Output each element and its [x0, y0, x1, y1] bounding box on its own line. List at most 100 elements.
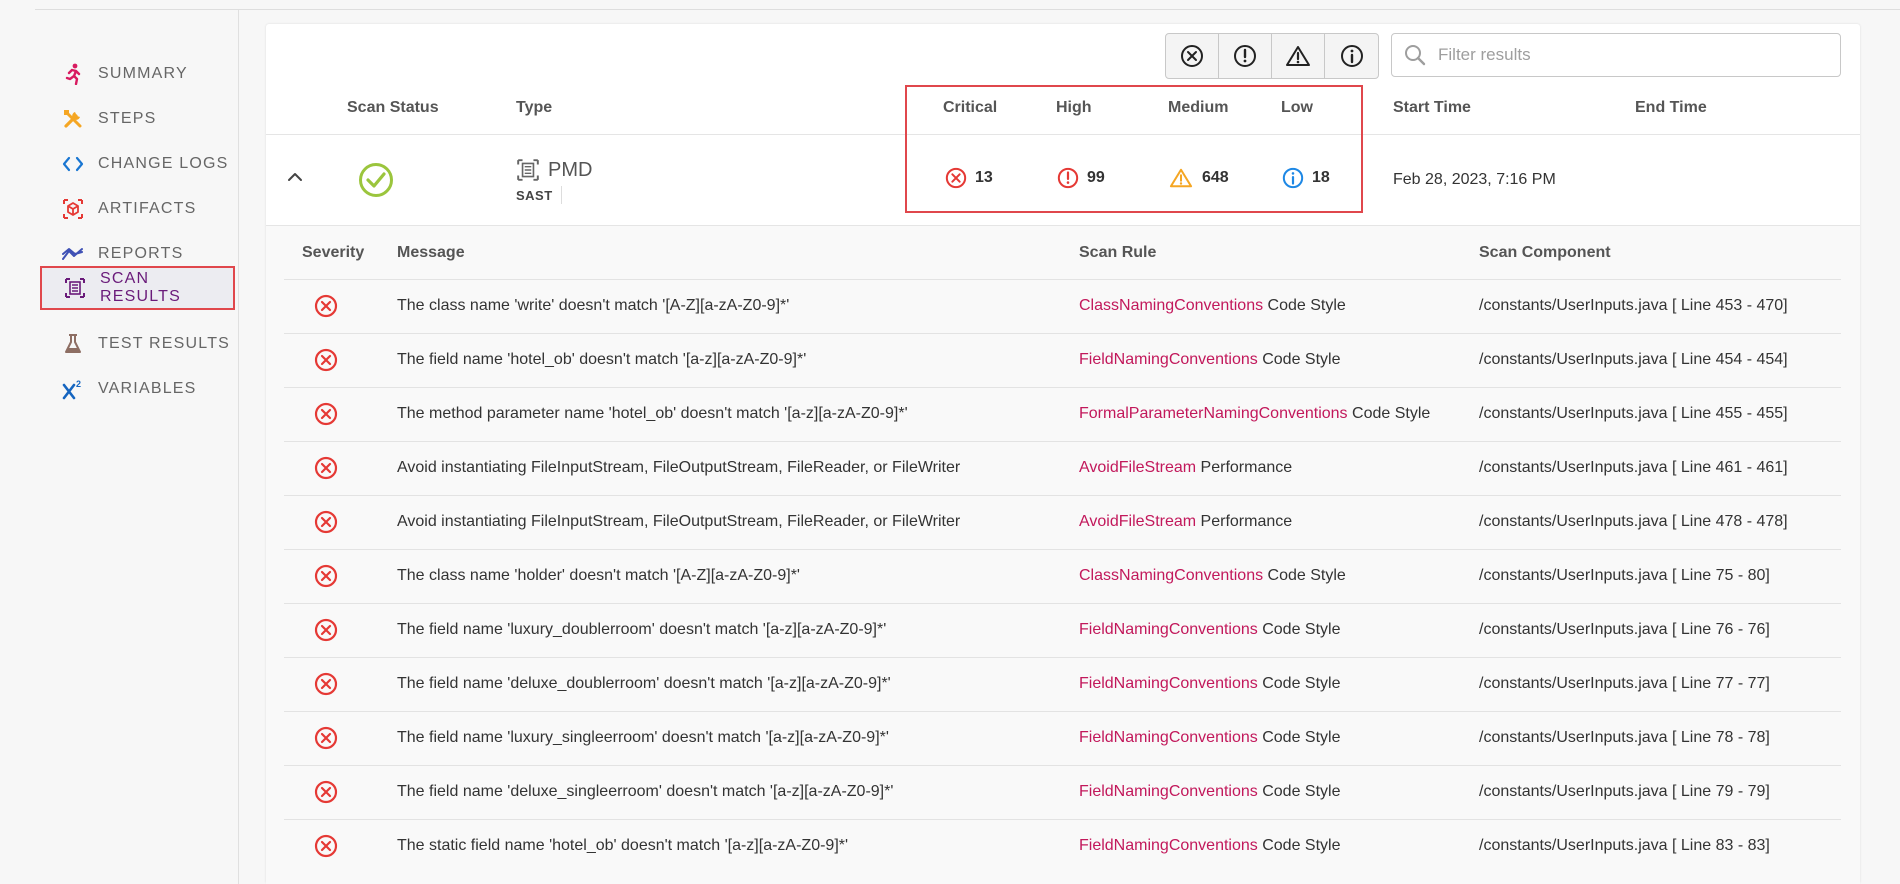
severity-filter-group	[1165, 33, 1379, 79]
type-divider	[561, 186, 562, 204]
flask-icon	[62, 333, 84, 355]
finding-message: The field name 'luxury_doublerroom' does…	[397, 621, 887, 638]
critical-severity-icon	[314, 618, 338, 647]
critical-filter-button[interactable]	[1166, 34, 1219, 78]
finding-component: /constants/UserInputs.java [ Line 76 - 7…	[1479, 621, 1770, 638]
finding-message: The field name 'deluxe_singleerroom' doe…	[397, 783, 894, 800]
table-row[interactable]: Avoid instantiating FileInputStream, Fil…	[284, 495, 1841, 549]
finding-rule: AvoidFileStream Performance	[1079, 459, 1292, 477]
rule-link[interactable]: AvoidFileStream	[1079, 459, 1196, 476]
finding-rule: ClassNamingConventions Code Style	[1079, 567, 1346, 585]
rule-link[interactable]: AvoidFileStream	[1079, 513, 1196, 530]
finding-component: /constants/UserInputs.java [ Line 478 - …	[1479, 513, 1788, 530]
sidebar-item-variables[interactable]: 2 VARIABLES	[40, 367, 235, 411]
header-severity: Severity	[302, 244, 365, 261]
rule-link[interactable]: ClassNamingConventions	[1079, 567, 1263, 584]
table-row[interactable]: The class name 'holder' doesn't match '[…	[284, 549, 1841, 603]
table-row[interactable]: The static field name 'hotel_ob' doesn't…	[284, 819, 1841, 873]
finding-component: /constants/UserInputs.java [ Line 83 - 8…	[1479, 837, 1770, 854]
critical-severity-icon	[314, 348, 338, 377]
header-end-time: End Time	[1635, 99, 1707, 116]
finding-message: Avoid instantiating FileInputStream, Fil…	[397, 513, 961, 530]
sidebar-item-artifacts[interactable]: ARTIFACTS	[40, 187, 235, 231]
sidebar-item-summary[interactable]: SUMMARY	[40, 52, 235, 96]
finding-component: /constants/UserInputs.java [ Line 454 - …	[1479, 351, 1788, 368]
rule-link[interactable]: FieldNamingConventions	[1079, 729, 1258, 746]
finding-rule: FormalParameterNamingConventions Code St…	[1079, 405, 1430, 423]
rule-link[interactable]: FieldNamingConventions	[1079, 621, 1258, 638]
table-row[interactable]: The field name 'deluxe_doublerroom' does…	[284, 657, 1841, 711]
sidebar-item-scan-results[interactable]: SCAN RESULTS	[40, 266, 235, 310]
table-row[interactable]: The field name 'hotel_ob' doesn't match …	[284, 333, 1841, 387]
scan-start-time: Feb 28, 2023, 7:16 PM	[1393, 171, 1556, 188]
sidebar-item-label: REPORTS	[98, 245, 184, 262]
high-filter-button[interactable]	[1219, 34, 1272, 78]
finding-component: /constants/UserInputs.java [ Line 455 - …	[1479, 405, 1788, 422]
sidebar-item-label: VARIABLES	[98, 380, 197, 397]
sidebar-item-steps[interactable]: STEPS	[40, 97, 235, 141]
finding-message: The field name 'luxury_singleerroom' doe…	[397, 729, 889, 746]
table-row[interactable]: The class name 'write' doesn't match '[A…	[284, 279, 1841, 333]
medium-filter-button[interactable]	[1272, 34, 1325, 78]
rule-link[interactable]: FieldNamingConventions	[1079, 675, 1258, 692]
rule-category: Code Style	[1262, 351, 1341, 368]
rule-link[interactable]: ClassNamingConventions	[1079, 297, 1263, 314]
finding-component: /constants/UserInputs.java [ Line 77 - 7…	[1479, 675, 1770, 692]
sidebar: SUMMARY STEPS CHANGE LOGS ARTIFACTS REPO…	[0, 10, 239, 884]
finding-rule: FieldNamingConventions Code Style	[1079, 729, 1340, 747]
low-filter-button[interactable]	[1325, 34, 1378, 78]
scan-success-icon	[358, 162, 394, 203]
finding-message: The field name 'deluxe_doublerroom' does…	[397, 675, 891, 692]
search-input[interactable]	[1436, 44, 1820, 66]
x-squared-icon: 2	[62, 378, 84, 400]
sidebar-item-label: ARTIFACTS	[98, 200, 197, 217]
finding-component: /constants/UserInputs.java [ Line 75 - 8…	[1479, 567, 1770, 584]
critical-severity-icon	[314, 834, 338, 863]
trend-chart-icon	[62, 243, 84, 265]
table-row[interactable]: The field name 'luxury_singleerroom' doe…	[284, 711, 1841, 765]
collapse-chevron-icon[interactable]	[287, 170, 303, 188]
sidebar-item-label: TEST RESULTS	[98, 335, 231, 352]
pmd-scan-icon	[516, 158, 540, 187]
search-icon	[1404, 44, 1426, 66]
package-icon	[62, 198, 84, 220]
sidebar-item-label: CHANGE LOGS	[98, 155, 229, 172]
sidebar-item-label: STEPS	[98, 110, 157, 127]
critical-filter-icon	[1181, 45, 1203, 67]
rule-link[interactable]: FieldNamingConventions	[1079, 783, 1258, 800]
header-type: Type	[516, 99, 553, 116]
finding-component: /constants/UserInputs.java [ Line 461 - …	[1479, 459, 1788, 476]
rule-link[interactable]: FormalParameterNamingConventions	[1079, 405, 1348, 422]
table-row[interactable]: Avoid instantiating FileInputStream, Fil…	[284, 441, 1841, 495]
sidebar-item-label: SUMMARY	[98, 65, 188, 82]
low-filter-icon	[1340, 45, 1363, 67]
rule-category: Code Style	[1267, 567, 1346, 584]
scan-document-icon	[64, 277, 86, 299]
table-row[interactable]: The field name 'luxury_doublerroom' does…	[284, 603, 1841, 657]
finding-rule: FieldNamingConventions Code Style	[1079, 675, 1340, 693]
finding-message: The static field name 'hotel_ob' doesn't…	[397, 837, 849, 854]
critical-severity-icon	[314, 456, 338, 485]
filter-results-search[interactable]	[1391, 33, 1841, 77]
critical-severity-icon	[314, 780, 338, 809]
table-row[interactable]: The method parameter name 'hotel_ob' doe…	[284, 387, 1841, 441]
table-row[interactable]: The field name 'deluxe_singleerroom' doe…	[284, 765, 1841, 819]
finding-rule: FieldNamingConventions Code Style	[1079, 621, 1340, 639]
rule-category: Code Style	[1262, 837, 1341, 854]
rule-category: Code Style	[1262, 783, 1341, 800]
sidebar-item-change-logs[interactable]: CHANGE LOGS	[40, 142, 235, 186]
svg-text:2: 2	[76, 379, 81, 389]
critical-severity-icon	[314, 294, 338, 323]
rule-category: Code Style	[1262, 729, 1341, 746]
finding-message: The field name 'hotel_ob' doesn't match …	[397, 351, 807, 368]
critical-severity-icon	[314, 402, 338, 431]
finding-rule: FieldNamingConventions Code Style	[1079, 783, 1340, 801]
header-message: Message	[397, 244, 465, 261]
sidebar-item-test-results[interactable]: TEST RESULTS	[40, 322, 235, 366]
finding-rule: ClassNamingConventions Code Style	[1079, 297, 1346, 315]
rule-link[interactable]: FieldNamingConventions	[1079, 351, 1258, 368]
header-scan-status: Scan Status	[347, 99, 439, 116]
rule-link[interactable]: FieldNamingConventions	[1079, 837, 1258, 854]
rule-category: Performance	[1200, 459, 1293, 476]
header-scan-rule: Scan Rule	[1079, 244, 1157, 261]
